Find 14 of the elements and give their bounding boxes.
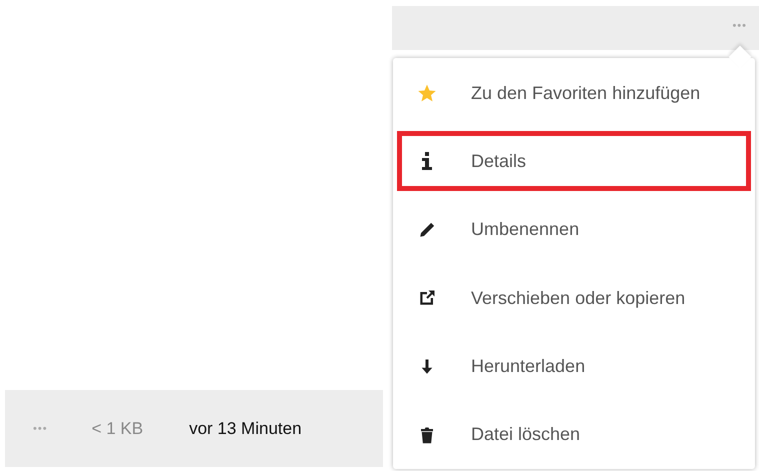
menu-item[interactable]: Herunterladen: [397, 332, 751, 401]
menu-item[interactable]: Datei löschen: [397, 400, 751, 469]
external-link-icon: [418, 289, 436, 308]
star-icon: [417, 83, 437, 104]
file-row[interactable]: ••• < 1 KB vor 13 Minuten: [5, 390, 383, 467]
pencil-icon: [418, 220, 436, 239]
menu-item[interactable]: Verschieben oder kopieren: [397, 264, 751, 332]
file-size: < 1 KB: [92, 418, 144, 438]
menu-item[interactable]: Zu den Favoriten hinzufügen: [397, 59, 751, 128]
trash-icon: [418, 424, 436, 445]
info-icon: [420, 152, 434, 170]
menu-item[interactable]: Umbenennen: [397, 196, 751, 264]
menu-item[interactable]: Details: [397, 131, 751, 191]
modified-time: vor 13 Minuten: [189, 418, 302, 438]
